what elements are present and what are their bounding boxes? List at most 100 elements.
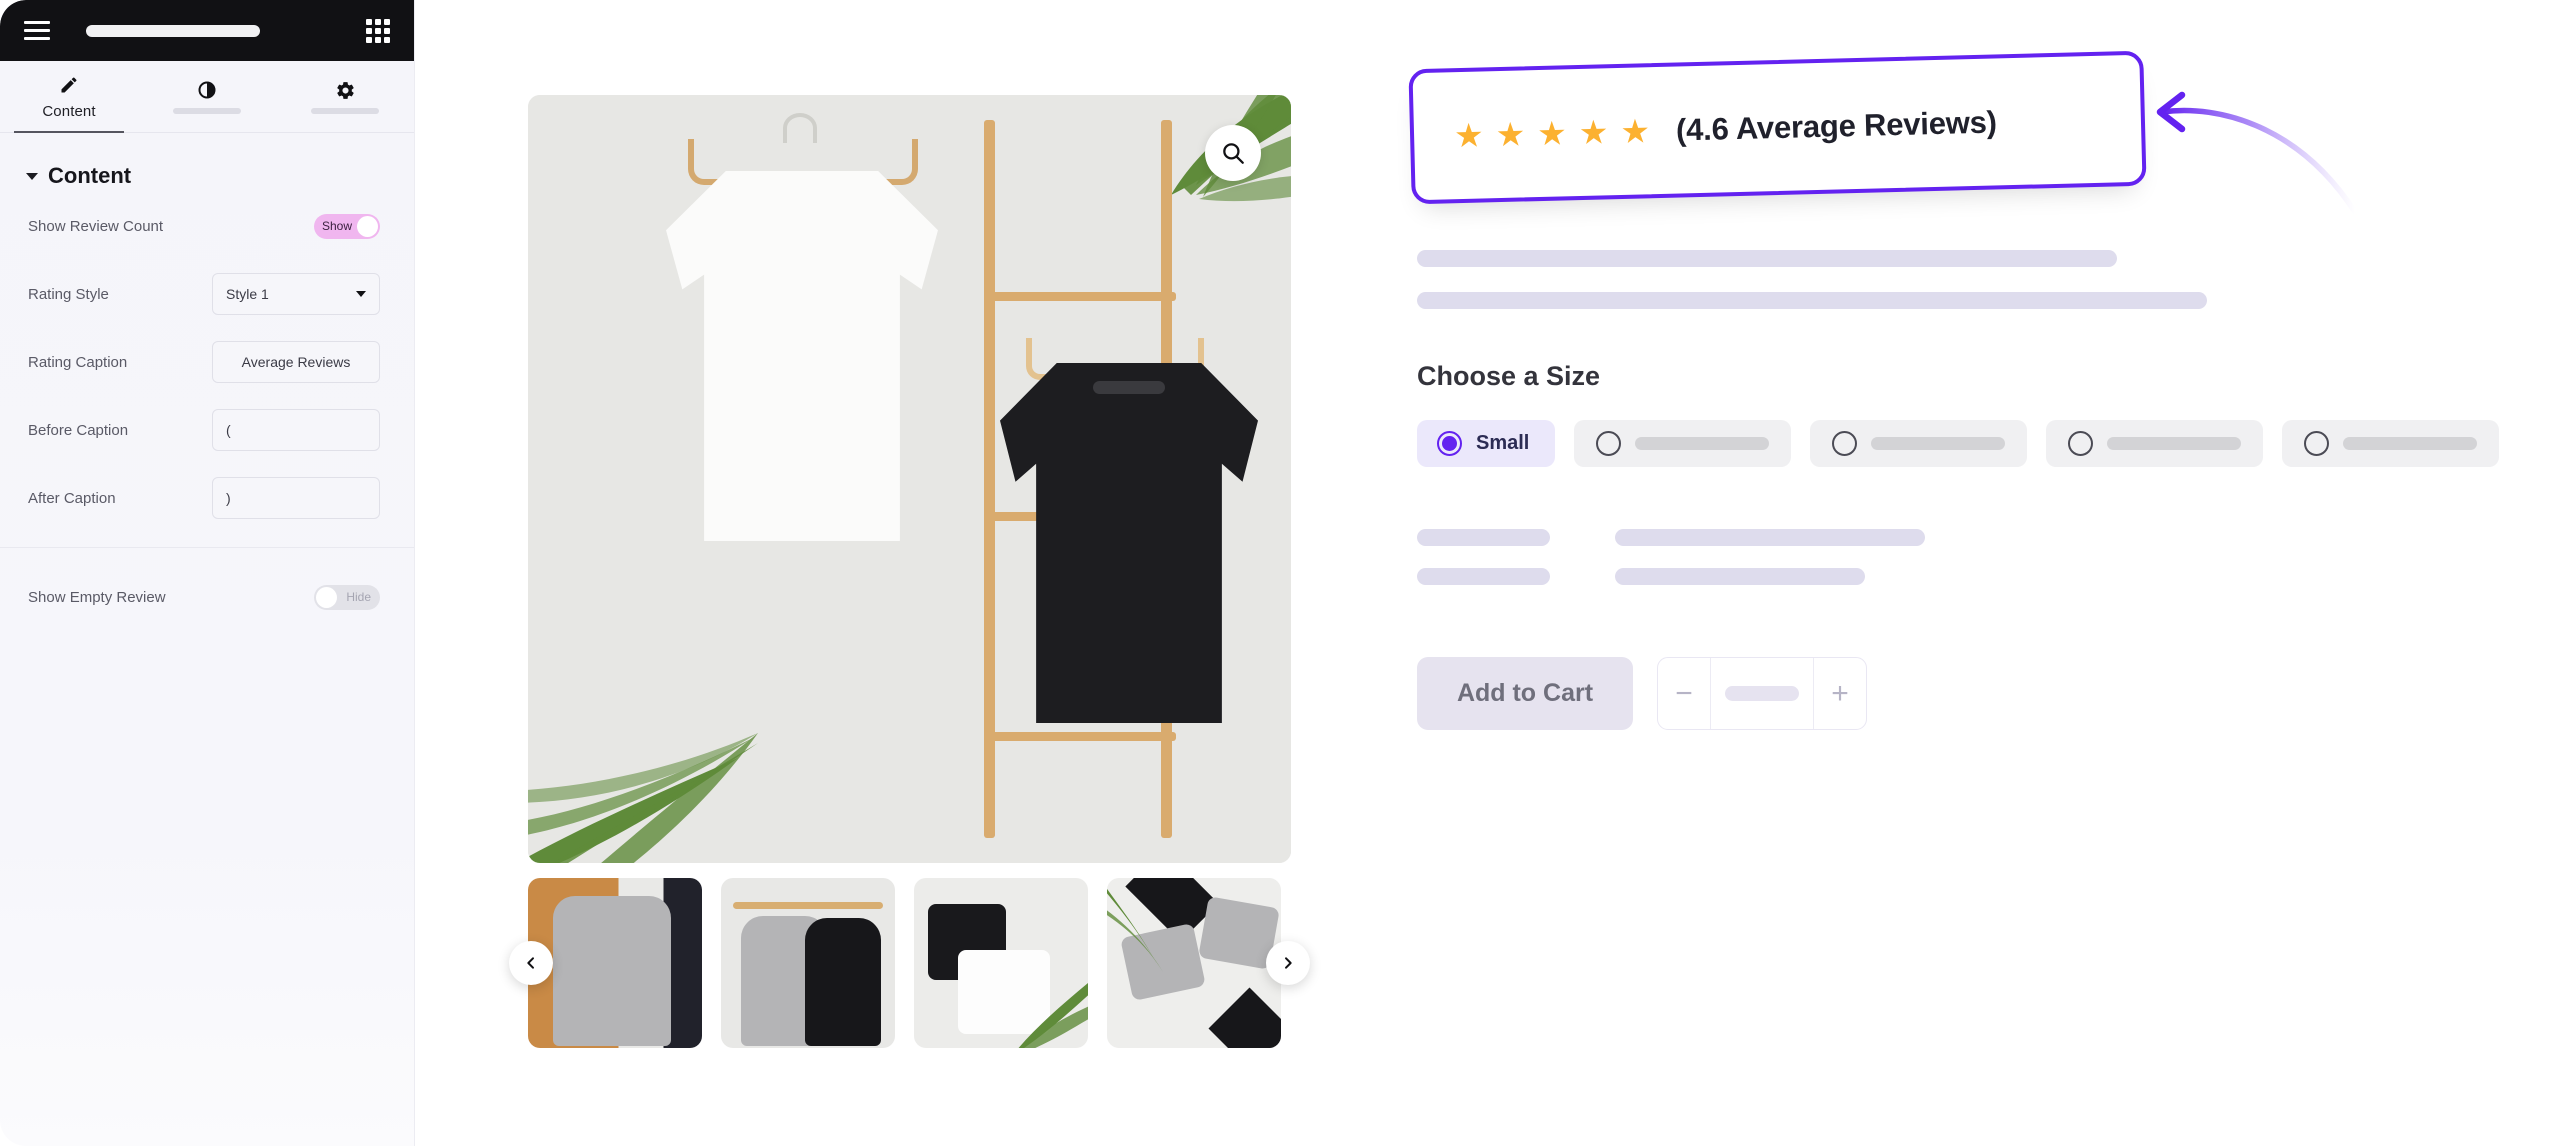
gallery-next-button[interactable]: [1266, 941, 1310, 985]
star-icon: ★: [1453, 116, 1485, 155]
star-icon: ★: [1578, 113, 1609, 152]
input-before-caption-value: (: [226, 422, 231, 438]
radio-selected-icon: [1437, 431, 1462, 456]
preview-canvas: ★ ★ ★ ★ ★ (4.6 Average Reviews) Choose a…: [415, 0, 2560, 1146]
size-option-placeholder: [1871, 437, 2006, 450]
input-before-caption[interactable]: (: [212, 409, 380, 451]
field-label-before-caption: Before Caption: [28, 421, 129, 439]
thumbnail-strip: [528, 878, 1291, 1048]
gallery-main-image[interactable]: [528, 95, 1291, 863]
gear-icon: [335, 79, 356, 101]
select-rating-style[interactable]: Style 1: [212, 273, 380, 315]
field-show-empty-review: Show Empty Review Hide: [0, 576, 414, 618]
tab-content[interactable]: Content: [0, 61, 138, 133]
cart-actions: Add to Cart − +: [1417, 657, 2555, 730]
size-option-placeholder: [2343, 437, 2478, 450]
photo-black-tshirt: [1000, 363, 1258, 723]
sidebar-tabs: Content: [0, 61, 414, 133]
meta-label-placeholder: [1417, 568, 1550, 585]
topbar-title-placeholder: [86, 24, 260, 37]
app-window: Content Content Show Review Count Show R…: [0, 0, 2560, 1146]
toggle-knob: [357, 215, 378, 237]
chevron-right-icon: [1285, 957, 1292, 969]
input-rating-caption[interactable]: Average Reviews: [212, 341, 380, 383]
quantity-value-placeholder: [1725, 686, 1799, 701]
editor-sidebar: Content Content Show Review Count Show R…: [0, 0, 415, 1146]
palm-leaf-thumb-decoration: [1107, 888, 1163, 972]
size-option-label: Small: [1476, 432, 1530, 454]
field-before-caption: Before Caption (: [0, 409, 414, 451]
input-after-caption-value: ): [226, 490, 231, 506]
quantity-stepper: − +: [1657, 657, 1867, 730]
toggle-knob: [316, 586, 337, 608]
grid-apps-icon[interactable]: [366, 18, 390, 43]
field-label-after-caption: After Caption: [28, 489, 116, 507]
toggle-show-empty-review[interactable]: Hide: [314, 584, 380, 610]
product-gallery: [509, 95, 1310, 1048]
chevron-left-icon: [527, 957, 534, 969]
field-show-review-count: Show Review Count Show: [0, 205, 414, 247]
field-rating-caption: Rating Caption Average Reviews: [0, 341, 414, 383]
size-option-small[interactable]: Small: [1417, 420, 1556, 467]
field-label-show-empty-review: Show Empty Review: [28, 588, 166, 606]
input-rating-caption-value: Average Reviews: [241, 354, 351, 370]
size-option-2[interactable]: [1574, 420, 1792, 467]
field-label-rating-caption: Rating Caption: [28, 353, 128, 371]
star-icon: ★: [1536, 114, 1568, 153]
meta-row: [1417, 529, 2555, 546]
content-section-header[interactable]: Content: [0, 133, 414, 205]
meta-label-placeholder: [1417, 529, 1550, 546]
content-section-title: Content: [48, 163, 132, 188]
meta-row: [1417, 568, 2555, 585]
chevron-down-icon: [356, 291, 366, 297]
toggle-show-review-count[interactable]: Show: [314, 213, 380, 239]
radio-icon: [2304, 431, 2330, 456]
radio-icon: [1596, 431, 1622, 456]
palm-leaf-thumb-decoration: [1018, 983, 1088, 1048]
rating-stars: ★ ★ ★ ★ ★: [1453, 112, 1651, 155]
add-to-cart-button[interactable]: Add to Cart: [1417, 657, 1633, 730]
rating-widget-highlight[interactable]: ★ ★ ★ ★ ★ (4.6 Average Reviews): [1408, 50, 2147, 205]
sidebar-topbar: [0, 0, 414, 61]
hamburger-menu-icon[interactable]: [24, 21, 50, 40]
size-option-4[interactable]: [2046, 420, 2264, 467]
radio-icon: [1832, 431, 1858, 456]
size-option-5[interactable]: [2282, 420, 2500, 467]
field-label-rating-style: Rating Style: [28, 285, 109, 303]
star-icon: ★: [1619, 112, 1651, 150]
toggle-show-review-count-value: Show: [322, 219, 353, 233]
input-after-caption[interactable]: ): [212, 477, 380, 519]
quantity-decrease-button[interactable]: −: [1658, 658, 1710, 729]
rating-caption-text: (4.6 Average Reviews): [1675, 103, 1998, 148]
thumbnail-grey-tshirt-orange-board[interactable]: [528, 878, 702, 1048]
meta-value-placeholder: [1615, 529, 1925, 546]
tab-style-placeholder: [173, 108, 241, 114]
product-meta-placeholders: [1417, 529, 2555, 585]
quantity-value[interactable]: [1710, 658, 1814, 729]
size-options: Small: [1417, 420, 2555, 467]
half-circle-style-icon: [197, 79, 217, 101]
magnifier-search-icon[interactable]: [1205, 125, 1261, 181]
product-subtitle-placeholder: [1417, 292, 2207, 309]
field-after-caption: After Caption ): [0, 477, 414, 519]
choose-size-title: Choose a Size: [1417, 361, 1601, 391]
gallery-prev-button[interactable]: [509, 941, 553, 985]
photo-white-tshirt: [666, 171, 938, 541]
size-option-placeholder: [2107, 437, 2242, 450]
photo-black-tshirt-collar: [1093, 381, 1165, 394]
field-label-show-review-count: Show Review Count: [28, 217, 164, 235]
tab-advanced[interactable]: [276, 61, 414, 132]
product-details-column: ★ ★ ★ ★ ★ (4.6 Average Reviews) Choose a…: [1408, 50, 2555, 730]
curved-arrow-left-icon: [2150, 82, 2470, 262]
thumbnail-folded-white-and-black-tshirts[interactable]: [914, 878, 1088, 1048]
quantity-increase-button[interactable]: +: [1814, 658, 1866, 729]
toggle-show-empty-review-value: Hide: [346, 590, 371, 604]
size-option-3[interactable]: [1810, 420, 2028, 467]
gallery-thumbnails: [509, 878, 1310, 1048]
tab-style[interactable]: [138, 61, 276, 132]
thumbnail-folded-grey-tshirts-flatlay[interactable]: [1107, 878, 1281, 1048]
palm-leaf-bottom-left-decoration: [528, 733, 758, 863]
select-rating-style-value: Style 1: [226, 286, 269, 302]
thumbnail-grey-and-black-tshirts-rail[interactable]: [721, 878, 895, 1048]
meta-value-placeholder: [1615, 568, 1865, 585]
